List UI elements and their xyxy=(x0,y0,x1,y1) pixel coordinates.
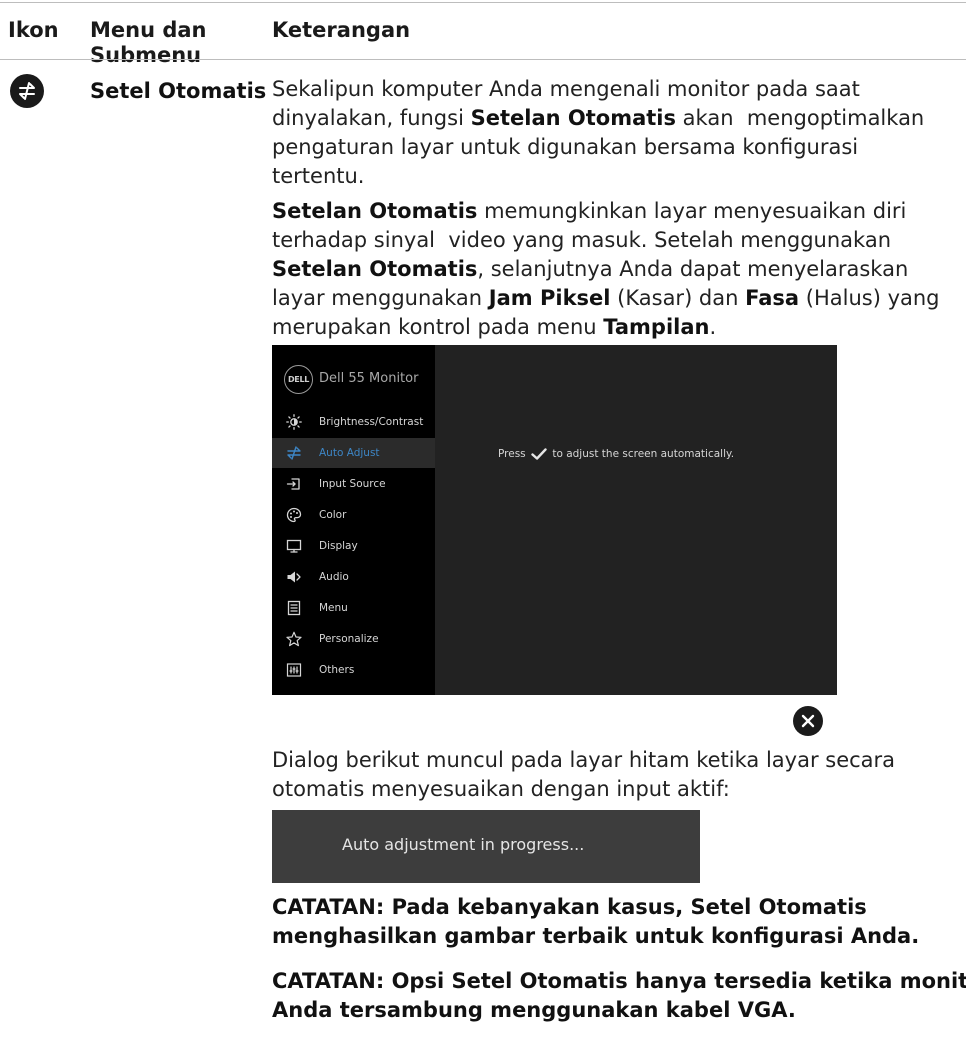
star-icon xyxy=(286,631,302,647)
auto-adjust-icon xyxy=(10,74,44,108)
osd-menu-label: Personalize xyxy=(319,633,379,645)
input-source-icon xyxy=(286,478,300,490)
osd-menu-label: Input Source xyxy=(319,478,386,490)
osd-sidebar: DELL Dell 55 Monitor Brightness/Contrast xyxy=(272,345,435,695)
osd-menu-auto-adjust[interactable]: Auto Adjust xyxy=(272,438,435,468)
speaker-icon xyxy=(287,571,301,583)
brightness-icon xyxy=(286,414,302,430)
osd-message: Press to adjust the screen automatically… xyxy=(498,448,735,460)
description-paragraph-3: Dialog berikut muncul pada layar hitam k… xyxy=(272,748,896,801)
header-keterangan: Keterangan xyxy=(272,18,411,42)
osd-menu-color[interactable]: Color xyxy=(272,500,435,530)
osd-menu-label: Audio xyxy=(319,571,349,583)
close-button[interactable] xyxy=(793,706,823,736)
note-1: CATATAN: Pada kebanyakan kasus, Setel Ot… xyxy=(272,895,920,948)
osd-menu-label: Color xyxy=(319,509,347,521)
description-paragraph-1: Sekalipun komputer Anda mengenali monito… xyxy=(272,77,925,188)
dialog-message: Auto adjustment in progress... xyxy=(342,835,585,854)
auto-adjust-dialog: Auto adjustment in progress... xyxy=(272,810,700,883)
osd-menu-input-source[interactable]: Input Source xyxy=(272,469,435,499)
description-paragraph-2: Setelan Otomatis memungkinkan layar meny… xyxy=(272,199,940,339)
display-icon xyxy=(286,539,302,553)
osd-menu-personalize[interactable]: Personalize xyxy=(272,624,435,654)
close-icon xyxy=(801,714,815,728)
color-palette-icon xyxy=(286,507,302,523)
osd-menu-menu[interactable]: Menu xyxy=(272,593,435,623)
osd-menu-label: Others xyxy=(319,664,355,676)
osd-menu-label: Auto Adjust xyxy=(319,447,380,459)
osd-menu-audio[interactable]: Audio xyxy=(272,562,435,592)
header-ikon: Ikon xyxy=(8,18,59,42)
others-icon xyxy=(286,663,302,677)
top-divider xyxy=(0,2,966,3)
header-menu-submenu: Menu dan Submenu xyxy=(90,18,207,67)
osd-menu-label: Display xyxy=(319,540,358,552)
osd-menu-display[interactable]: Display xyxy=(272,531,435,561)
header-divider xyxy=(0,59,966,60)
menu-name: Setel Otomatis xyxy=(90,79,267,103)
osd-menu-brightness-contrast[interactable]: Brightness/Contrast xyxy=(272,407,435,437)
dell-logo: DELL xyxy=(284,365,313,394)
osd-screenshot: DELL Dell 55 Monitor Brightness/Contrast xyxy=(272,345,837,695)
menu-icon xyxy=(287,600,301,616)
osd-title: Dell 55 Monitor xyxy=(319,371,419,386)
osd-menu-label: Brightness/Contrast xyxy=(319,416,424,428)
osd-menu-label: Menu xyxy=(319,602,348,614)
osd-menu-others[interactable]: Others xyxy=(272,655,435,685)
auto-adjust-icon xyxy=(287,446,301,460)
check-icon xyxy=(531,448,547,460)
note-2: CATATAN: Opsi Setel Otomatis hanya terse… xyxy=(272,969,966,1022)
